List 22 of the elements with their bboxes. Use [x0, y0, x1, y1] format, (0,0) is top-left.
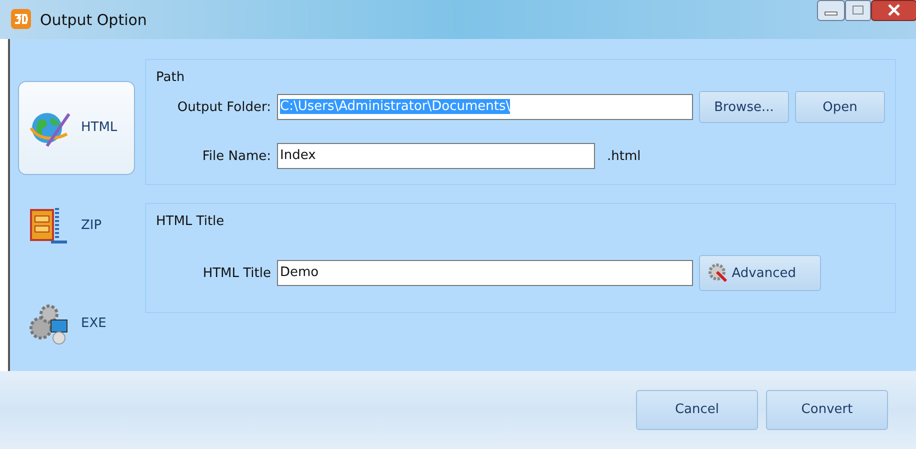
- dialog-button[interactable]: Cancel: [636, 390, 758, 430]
- input-field[interactable]: Index: [277, 143, 595, 170]
- gear-icon: [706, 262, 728, 284]
- open-button[interactable]: Open: [795, 91, 885, 124]
- minimize-button[interactable]: [817, 0, 845, 22]
- extension-label: .html: [607, 148, 641, 166]
- close-button[interactable]: [871, 0, 916, 22]
- sidebar-tab[interactable]: ZIP: [18, 178, 135, 273]
- field-label: Output Folder:: [176, 98, 271, 117]
- browse-button[interactable]: Browse...: [699, 91, 789, 124]
- advanced-button[interactable]: Advanced: [699, 255, 821, 292]
- input-field[interactable]: Demo: [277, 260, 693, 286]
- group-title: Path: [156, 68, 185, 87]
- dialog-button[interactable]: Convert: [766, 390, 888, 430]
- field-label: HTML Title: [202, 264, 271, 283]
- sidebar-tab[interactable]: EXE: [18, 276, 135, 371]
- sidebar-tab[interactable]: HTML: [18, 80, 135, 175]
- app-icon: [10, 8, 32, 30]
- window-title: Output Option: [40, 10, 147, 31]
- maximize-button[interactable]: [845, 0, 871, 22]
- field-label: File Name:: [201, 148, 271, 166]
- group-title: HTML Title: [156, 212, 224, 231]
